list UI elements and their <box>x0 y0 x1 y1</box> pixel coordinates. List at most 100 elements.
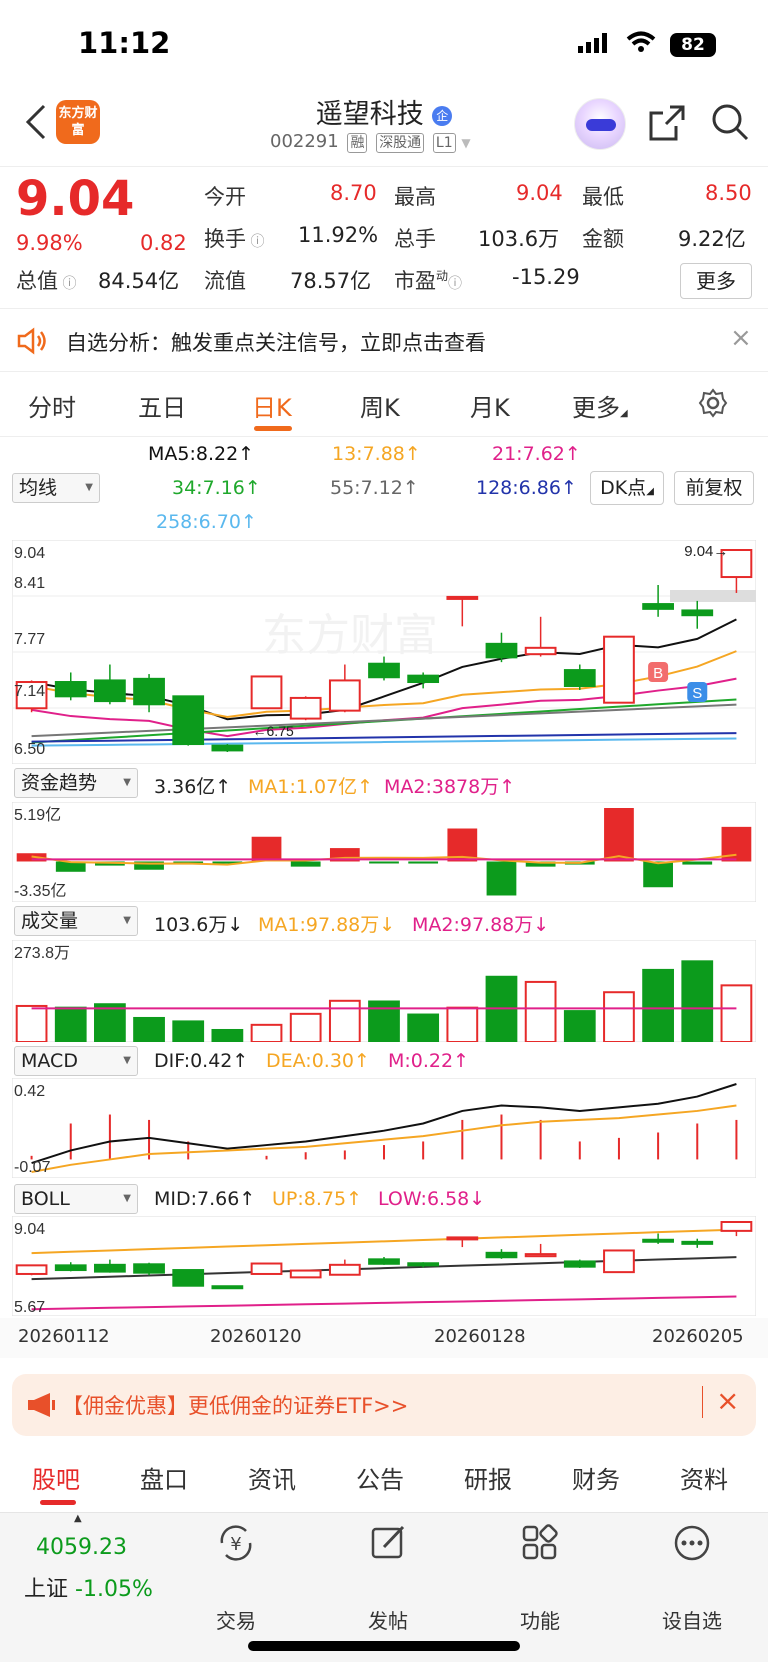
candle <box>172 695 205 746</box>
y-tick-label: 6.50 <box>14 741 45 758</box>
fund-bar <box>486 861 517 896</box>
date-label: 20260112 <box>18 1326 110 1347</box>
tab-finance[interactable]: 财务 <box>572 1460 620 1495</box>
volume-bar <box>681 960 714 1042</box>
open-label: 今开 <box>204 185 246 209</box>
volume-ma2: MA2:97.88万↓ <box>412 914 550 936</box>
bottom-nav: ▲ 4059.23 上证 -1.05% ¥ 交易 发帖 功能 设自选 <box>0 1512 768 1662</box>
tab-intraday[interactable]: 分时 <box>28 388 76 423</box>
fund-value: 3.36亿↑ <box>154 776 232 798</box>
amount-label: 金额 <box>582 227 624 251</box>
volume-bar <box>289 1012 322 1042</box>
nav-add-watchlist[interactable]: 设自选 <box>642 1605 742 1634</box>
nav-post[interactable]: 发帖 <box>338 1605 438 1634</box>
volume-bar <box>446 1006 479 1042</box>
share-icon[interactable] <box>648 104 686 142</box>
clock: 11:12 <box>78 26 171 60</box>
verified-icon: 企 <box>432 105 453 126</box>
fund-ma1: MA1:1.07亿↑ <box>248 776 374 798</box>
dk-point-button[interactable]: DK点◢ <box>590 471 664 505</box>
info-icon[interactable]: ⓘ <box>448 276 462 292</box>
candle <box>446 595 479 600</box>
more-button[interactable]: 更多 <box>680 263 752 299</box>
price-band <box>670 590 756 602</box>
assistant-avatar[interactable] <box>574 98 626 150</box>
volume-label: 总手 <box>394 227 436 251</box>
divider <box>702 1386 703 1418</box>
tab-daily-k[interactable]: 日K <box>252 388 292 423</box>
tab-research[interactable]: 研报 <box>464 1460 512 1495</box>
volume-chart[interactable]: 273.8万 <box>12 940 756 1042</box>
candle <box>54 1264 87 1272</box>
yuan-exchange-icon[interactable]: ¥ <box>216 1523 256 1563</box>
tab-profile[interactable]: 资料 <box>680 1460 728 1495</box>
fund-bar <box>643 861 673 888</box>
battery-indicator: 82 <box>670 33 716 57</box>
ma128-value: 128:6.86↑ <box>476 477 577 499</box>
grid-icon[interactable] <box>520 1523 560 1563</box>
edit-icon[interactable] <box>370 1523 408 1563</box>
mktcap-value: 84.54亿 <box>98 269 180 293</box>
high-value: 9.04 <box>516 181 563 205</box>
index-value[interactable]: 4059.23 <box>36 1535 127 1560</box>
date-label: 20260128 <box>434 1326 526 1347</box>
ma13-value: 13:7.88↑ <box>332 443 421 465</box>
info-icon[interactable]: ⓘ <box>58 276 76 292</box>
low-value: 8.50 <box>705 181 752 205</box>
tab-guba[interactable]: 股吧 <box>32 1460 80 1495</box>
index-row[interactable]: 上证 -1.05% <box>24 1571 153 1603</box>
nav-trade[interactable]: 交易 <box>186 1605 286 1634</box>
float-label: 流值 <box>204 269 246 293</box>
boll-chart[interactable]: 9.04 5.67 <box>12 1216 756 1316</box>
candle <box>681 609 714 617</box>
candle <box>289 1269 322 1279</box>
close-icon[interactable]: × <box>716 1384 739 1417</box>
info-icon[interactable]: ⓘ <box>246 234 264 250</box>
svg-text:¥: ¥ <box>230 1534 241 1555</box>
volume-value: 103.6万↓ <box>154 914 244 936</box>
tab-weekly-k[interactable]: 周K <box>360 388 400 423</box>
tab-five-day[interactable]: 五日 <box>138 388 186 423</box>
macd-dea: DEA:0.30↑ <box>266 1050 370 1072</box>
candle <box>407 1262 440 1267</box>
candle <box>681 1240 714 1245</box>
candle <box>524 1253 557 1258</box>
active-tab-indicator <box>254 426 292 431</box>
signal-icon <box>578 33 607 53</box>
nav-functions[interactable]: 功能 <box>490 1605 590 1634</box>
ma21-value: 21:7.62↑ <box>492 443 581 465</box>
boll-selector[interactable]: BOLL ▼ <box>14 1184 138 1214</box>
kline-chart[interactable]: 东方财富 9.04 8.41 7.77 7.14 6.50 9.04→ ←6.75 B S <box>12 540 756 764</box>
high-marker: 9.04→ <box>684 543 728 560</box>
tab-monthly-k[interactable]: 月K <box>470 388 510 423</box>
commission-promo[interactable]: 【佣金优惠】更低佣金的证券ETF>> × <box>12 1374 756 1436</box>
more-dots-icon[interactable] <box>672 1523 712 1563</box>
boll-low: LOW:6.58↓ <box>378 1188 486 1210</box>
fund-selector[interactable]: 资金趋势 ▼ <box>14 768 138 798</box>
ma-legend: MA5:8.22↑ 13:7.88↑ 21:7.62↑ 均线 ▼ 34:7.16↑… <box>0 436 768 540</box>
candle <box>328 679 361 712</box>
analysis-notice[interactable]: 自选分析：触发重点关注信号，立即点击查看 × <box>0 308 768 372</box>
candle <box>720 1221 753 1232</box>
stock-code: 002291 <box>270 131 339 152</box>
tab-orderbook[interactable]: 盘口 <box>140 1460 188 1495</box>
wifi-icon <box>626 31 656 52</box>
gear-icon[interactable] <box>698 388 728 418</box>
volume-bar <box>172 1020 205 1042</box>
tab-announcements[interactable]: 公告 <box>356 1460 404 1495</box>
low-label: 最低 <box>582 185 624 209</box>
tab-news[interactable]: 资讯 <box>248 1460 296 1495</box>
volume-selector[interactable]: 成交量 ▼ <box>14 906 138 936</box>
macd-selector[interactable]: MACD ▼ <box>14 1046 138 1076</box>
candle <box>368 1258 400 1265</box>
search-icon[interactable] <box>710 102 750 142</box>
chevron-down-icon[interactable]: ▼ <box>461 136 470 150</box>
candle <box>15 1264 48 1275</box>
macd-chart[interactable]: 0.42 -0.07 <box>12 1078 756 1178</box>
close-icon[interactable]: × <box>730 323 752 353</box>
adjust-button[interactable]: 前复权 <box>674 471 754 505</box>
fund-chart[interactable]: 5.19亿 -3.35亿 <box>12 802 756 902</box>
ma-selector[interactable]: 均线 ▼ <box>12 473 100 503</box>
tab-more[interactable]: 更多◢ <box>572 388 628 423</box>
turnover-label: 换手 ⓘ <box>204 227 265 251</box>
